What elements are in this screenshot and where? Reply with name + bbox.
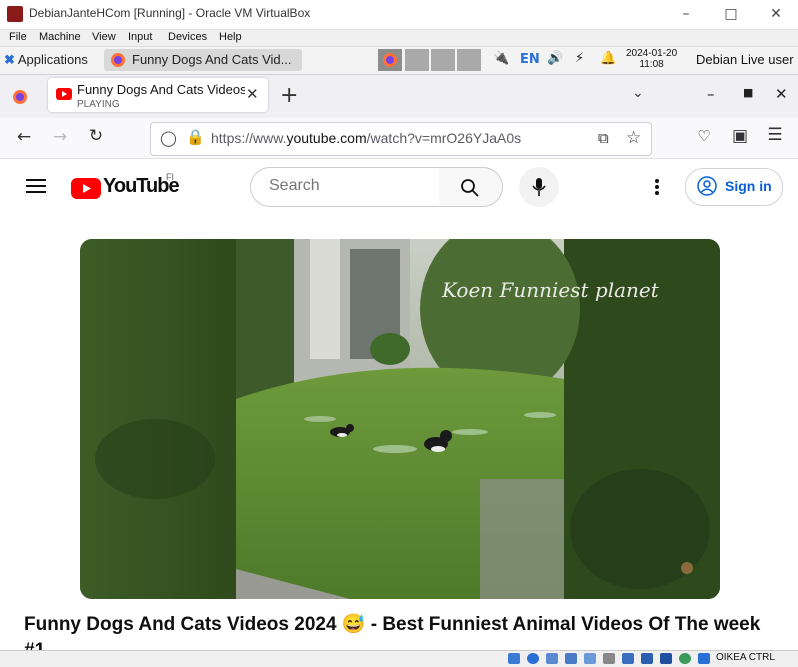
search-button[interactable] <box>439 167 503 207</box>
sign-in-button[interactable]: Sign in <box>685 168 783 206</box>
menu-devices[interactable]: Devices <box>168 31 207 43</box>
new-tab-plus-icon[interactable]: + <box>280 83 298 108</box>
tab-close-icon[interactable]: ✕ <box>246 85 259 103</box>
firefox-icon <box>111 53 125 67</box>
menu-machine[interactable]: Machine <box>39 31 81 43</box>
video-player[interactable]: Koen Funniest planet <box>80 239 720 599</box>
display-icon[interactable] <box>622 653 634 664</box>
picture-in-picture-icon[interactable]: ⧉ <box>598 129 609 147</box>
taskbar-label: Funny Dogs And Cats Vid... <box>132 52 292 67</box>
workspace-1[interactable] <box>378 49 402 71</box>
volume-icon[interactable]: 🔊 <box>547 51 563 66</box>
video-title-overflow: #1 <box>24 640 45 650</box>
tab-playing-status: PLAYING <box>77 99 120 110</box>
browser-maximize-icon[interactable]: ■ <box>743 86 753 99</box>
settings-more-icon[interactable] <box>654 178 660 196</box>
maximize-icon[interactable]: □ <box>717 3 745 25</box>
search-input[interactable] <box>267 176 431 196</box>
keyboard-layout-indicator[interactable]: EN <box>520 52 540 67</box>
account-circle-icon <box>697 176 717 196</box>
browser-minimize-icon[interactable]: – <box>707 85 715 103</box>
firefox-tab-bar: Funny Dogs And Cats Videos 2024 PLAYING … <box>0 75 798 118</box>
battery-icon[interactable]: ⚡ <box>575 51 584 66</box>
tab-youtube-video[interactable]: Funny Dogs And Cats Videos 2024 PLAYING … <box>48 78 268 112</box>
guide-menu-icon[interactable] <box>26 178 46 194</box>
network-adapter-icon[interactable] <box>565 653 577 664</box>
vt-x-icon[interactable] <box>660 653 672 664</box>
youtube-header: YouTube FI Sign in <box>0 159 798 215</box>
applications-menu[interactable]: ✖ Applications <box>4 52 88 68</box>
network-icon[interactable]: 🔌 <box>493 51 509 66</box>
xfce-panel: ✖ Applications Funny Dogs And Cats Vid..… <box>0 47 798 75</box>
menu-view[interactable]: View <box>92 31 116 43</box>
menu-file[interactable]: File <box>9 31 27 43</box>
microphone-icon <box>532 178 546 196</box>
vbox-status-bar: OIKEA CTRL <box>0 650 798 667</box>
country-code: FI <box>166 172 174 182</box>
bookmark-star-icon[interactable]: ☆ <box>626 128 641 148</box>
vbox-menu-bar: File Machine View Input Devices Help <box>0 30 798 47</box>
video-watermark: Koen Funniest planet <box>441 278 660 302</box>
navigation-toolbar: ← → ↻ ◯ 🔒 https://www.youtube.com/watch?… <box>0 118 798 159</box>
host-key-arrow-icon[interactable] <box>698 653 710 664</box>
hamburger-menu-icon[interactable]: ☰ <box>761 125 789 145</box>
youtube-favicon-icon <box>56 88 72 100</box>
url-bar[interactable]: ◯ 🔒 https://www.youtube.com/watch?v=mrO2… <box>150 122 652 156</box>
list-all-tabs-chevron-icon[interactable]: ⌄ <box>632 85 644 101</box>
search-icon <box>461 179 479 197</box>
firefox-icon <box>383 53 397 67</box>
sign-in-label: Sign in <box>725 178 772 194</box>
shared-folders-icon[interactable] <box>603 653 615 664</box>
forward-arrow-icon[interactable]: → <box>46 127 74 147</box>
xfce-logo-icon: ✖ <box>4 52 15 67</box>
youtube-play-logo-icon <box>71 178 101 199</box>
notifications-bell-icon[interactable]: 🔔 <box>600 51 616 66</box>
menu-help[interactable]: Help <box>219 31 242 43</box>
hard-disk-icon[interactable] <box>508 653 520 664</box>
optical-drive-icon[interactable] <box>527 653 539 664</box>
audio-icon[interactable] <box>546 653 558 664</box>
firefox-view-icon[interactable] <box>12 89 28 105</box>
user-menu[interactable]: Debian Live user <box>696 52 794 67</box>
applications-label: Applications <box>17 52 88 67</box>
video-frame: Koen Funniest planet <box>80 239 720 599</box>
menu-input[interactable]: Input <box>128 31 152 43</box>
lock-icon[interactable]: 🔒 <box>186 128 205 146</box>
url-text[interactable]: https://www.youtube.com/watch?v=mrO26YJa… <box>211 130 521 146</box>
virtualbox-app-icon <box>7 6 23 22</box>
vbox-title-bar: DebianJanteHCom [Running] - Oracle VM Vi… <box>0 0 798 30</box>
url-domain: youtube.com <box>286 130 367 146</box>
video-title: Funny Dogs And Cats Videos 2024 😅 - Best… <box>24 614 761 635</box>
usb-icon[interactable] <box>584 653 596 664</box>
browser-close-icon[interactable]: ✕ <box>775 85 788 103</box>
close-icon[interactable]: ✕ <box>762 3 790 25</box>
channel-watermark-icon <box>681 562 693 574</box>
pocket-icon[interactable]: ♡ <box>690 127 718 145</box>
reload-icon[interactable]: ↻ <box>82 126 110 146</box>
workspace-2[interactable] <box>405 49 429 71</box>
tracking-protection-shield-icon[interactable]: ◯ <box>160 129 177 147</box>
workspace-4[interactable] <box>457 49 481 71</box>
clock-time: 11:08 <box>639 59 664 70</box>
search-box <box>250 167 440 207</box>
clock-date: 2024-01-20 <box>626 48 678 59</box>
tab-title: Funny Dogs And Cats Videos 2024 <box>77 82 245 97</box>
extensions-puzzle-icon[interactable]: ▣ <box>726 126 754 146</box>
recording-icon[interactable] <box>641 653 653 664</box>
vbox-window-title: DebianJanteHCom [Running] - Oracle VM Vi… <box>29 6 311 20</box>
back-arrow-icon[interactable]: ← <box>10 127 38 147</box>
url-path: /watch?v=mrO26YJaA0s <box>366 130 522 146</box>
guest-additions-icon[interactable] <box>679 653 691 664</box>
host-key-label: OIKEA CTRL <box>716 652 775 663</box>
minimize-icon[interactable]: – <box>672 3 700 25</box>
taskbar-firefox-window[interactable]: Funny Dogs And Cats Vid... <box>104 49 302 71</box>
voice-search-button[interactable] <box>519 167 559 207</box>
clock[interactable]: 2024-01-20 11:08 <box>626 48 677 70</box>
workspace-3[interactable] <box>431 49 455 71</box>
url-prefix: https://www. <box>211 130 287 146</box>
